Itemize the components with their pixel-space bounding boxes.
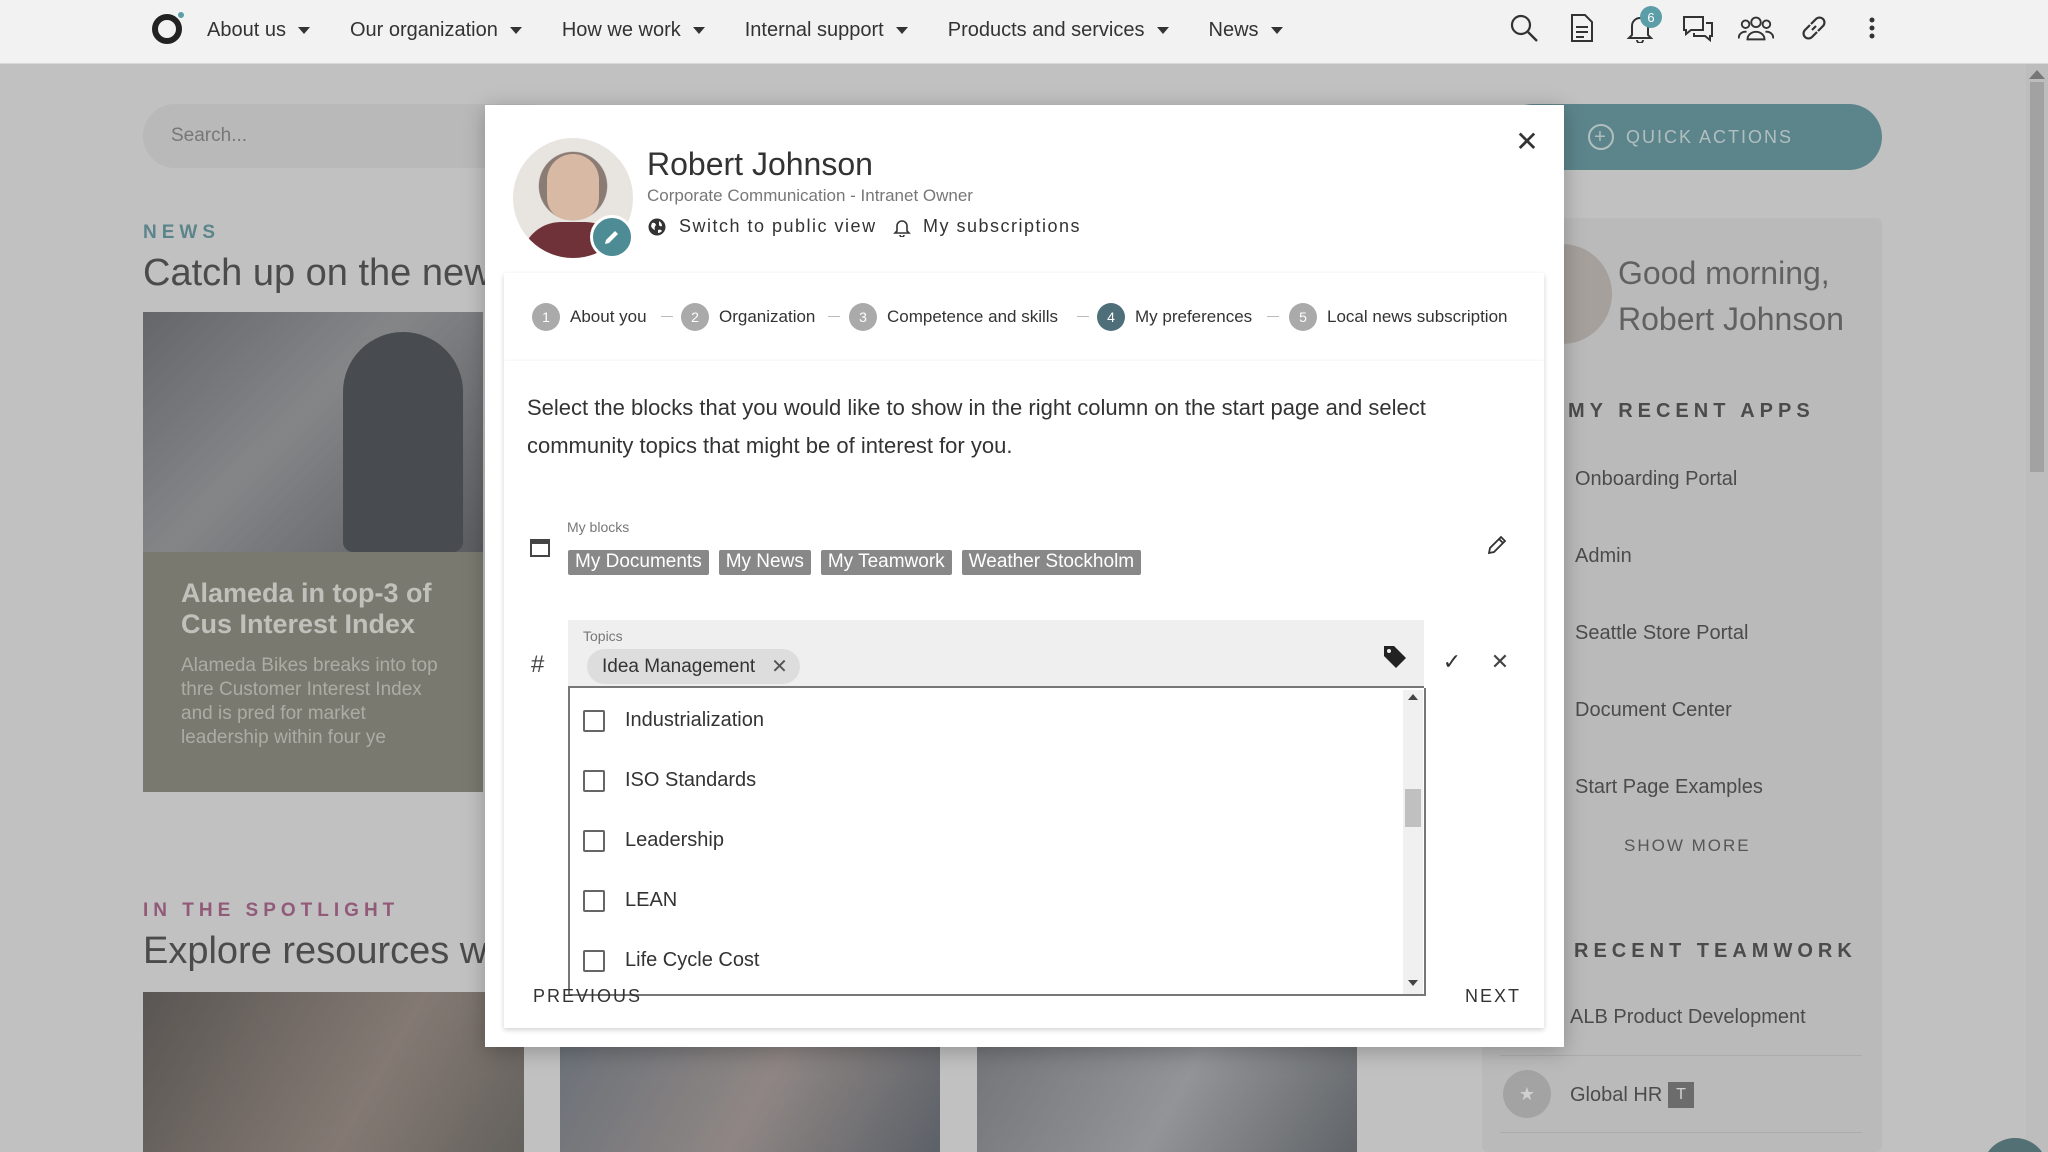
document-icon[interactable] <box>1564 10 1600 46</box>
step-label: About you <box>570 307 647 326</box>
checkbox[interactable] <box>583 709 605 732</box>
switch-public-view-label: Switch to public view <box>679 216 877 236</box>
caret-down-icon <box>297 26 310 34</box>
step-label: My preferences <box>1135 307 1253 326</box>
step-label: Local news subscription <box>1327 307 1508 326</box>
profile-role: Corporate Communication - Intranet Owner <box>647 186 973 205</box>
search-icon[interactable] <box>1506 10 1542 46</box>
topic-chip-label: Idea Management <box>602 655 756 677</box>
dropdown-scrollbar-thumb[interactable] <box>1405 789 1421 827</box>
topic-option-label: ISO Standards <box>625 769 757 791</box>
cancel-close-icon[interactable]: ✕ <box>1488 649 1512 674</box>
remove-topic-icon[interactable]: ✕ <box>771 654 788 679</box>
step-about-you[interactable]: 1 About you <box>532 303 647 331</box>
profile-name: Robert Johnson <box>647 146 873 182</box>
step-local-news-subscription[interactable]: 5 Local news subscription <box>1289 303 1507 331</box>
topic-option-label: Leadership <box>625 829 724 851</box>
notification-badge: 6 <box>1640 6 1662 28</box>
step-connector <box>1267 316 1279 317</box>
pencil-icon <box>605 231 618 244</box>
step-competence-and-skills[interactable]: 3 Competence and skills <box>849 303 1058 331</box>
scroll-up-arrow-icon[interactable] <box>1408 694 1418 700</box>
topic-chip[interactable]: Idea Management ✕ <box>587 649 800 684</box>
topics-label: Topics <box>583 628 623 644</box>
my-blocks-label: My blocks <box>567 519 630 535</box>
caret-down-icon <box>692 26 705 34</box>
preferences-intro: Select the blocks that you would like to… <box>527 395 1426 458</box>
people-icon[interactable] <box>1738 10 1774 46</box>
step-number: 5 <box>1289 303 1317 331</box>
nav-item-how-we-work[interactable]: How we work <box>562 19 705 42</box>
close-icon[interactable]: ✕ <box>1510 124 1544 158</box>
window-icon <box>530 539 550 557</box>
my-subscriptions-link[interactable]: My subscriptions <box>893 216 1081 237</box>
globe-icon <box>648 218 666 235</box>
next-button[interactable]: NEXT <box>1465 986 1521 1007</box>
more-vertical-icon[interactable] <box>1854 10 1890 46</box>
top-navigation: About us Our organization How we work In… <box>0 0 2048 64</box>
my-subscriptions-label: My subscriptions <box>923 216 1082 236</box>
topic-option[interactable]: ISO Standards <box>583 769 756 792</box>
block-chip[interactable]: My Teamwork <box>820 550 952 575</box>
topic-option-label: LEAN <box>625 889 678 911</box>
tag-icon[interactable] <box>1381 643 1409 676</box>
nav-item-label: Internal support <box>744 18 884 41</box>
step-number: 4 <box>1097 303 1125 331</box>
step-label: Organization <box>719 307 816 326</box>
topic-option-label: Industrialization <box>625 709 764 731</box>
my-blocks-chips: My Documents My News My Teamwork Weather… <box>568 550 1151 575</box>
hashtag-icon: # <box>531 651 545 678</box>
topic-option[interactable]: Industrialization <box>583 709 764 732</box>
previous-button[interactable]: PREVIOUS <box>533 986 642 1007</box>
edit-blocks-pencil-icon[interactable] <box>1486 534 1508 561</box>
logo[interactable] <box>152 12 184 44</box>
caret-down-icon <box>509 26 522 34</box>
checkbox[interactable] <box>583 829 605 852</box>
nav-item-news[interactable]: News <box>1209 19 1283 42</box>
link-icon[interactable] <box>1796 10 1832 46</box>
nav-item-label: Our organization <box>349 18 498 41</box>
nav-item-label: How we work <box>561 18 681 41</box>
bell-icon <box>893 219 911 237</box>
step-my-preferences[interactable]: 4 My preferences <box>1097 303 1252 331</box>
confirm-check-icon[interactable]: ✓ <box>1440 649 1464 674</box>
nav-item-internal-support[interactable]: Internal support <box>745 19 908 42</box>
checkbox[interactable] <box>583 889 605 912</box>
edit-photo-button[interactable] <box>590 215 634 259</box>
nav-item-label: News <box>1208 18 1259 41</box>
topic-option[interactable]: Life Cycle Cost <box>583 949 760 972</box>
step-connector <box>828 316 840 317</box>
step-number: 2 <box>681 303 709 331</box>
topic-option-label: Life Cycle Cost <box>625 949 760 971</box>
checkbox[interactable] <box>583 769 605 792</box>
caret-down-icon <box>1270 26 1283 34</box>
nav-item-label: Products and services <box>947 18 1145 41</box>
block-chip[interactable]: My News <box>718 550 811 575</box>
nav-item-label: About us <box>207 18 286 41</box>
block-chip[interactable]: Weather Stockholm <box>961 550 1142 575</box>
topic-option[interactable]: LEAN <box>583 889 677 912</box>
block-chip[interactable]: My Documents <box>568 550 709 575</box>
chat-icon[interactable] <box>1680 10 1716 46</box>
step-connector <box>1077 316 1089 317</box>
dropdown-scrollbar[interactable] <box>1403 690 1423 994</box>
topic-option[interactable]: Leadership <box>583 829 724 852</box>
step-number: 3 <box>849 303 877 331</box>
nav-item-products-and-services[interactable]: Products and services <box>948 19 1169 42</box>
step-organization[interactable]: 2 Organization <box>681 303 815 331</box>
bell-icon[interactable]: 6 <box>1622 6 1662 46</box>
step-number: 1 <box>532 303 560 331</box>
nav-item-our-organization[interactable]: Our organization <box>350 19 522 42</box>
switch-public-view-link[interactable]: Switch to public view <box>647 216 877 237</box>
scroll-down-arrow-icon[interactable] <box>1408 980 1418 986</box>
step-connector <box>661 316 673 317</box>
checkbox[interactable] <box>583 949 605 972</box>
step-label: Competence and skills <box>887 307 1059 326</box>
nav-item-about-us[interactable]: About us <box>207 19 310 42</box>
main-menu: About us Our organization How we work In… <box>207 0 1323 60</box>
caret-down-icon <box>1156 26 1169 34</box>
caret-down-icon <box>895 26 908 34</box>
